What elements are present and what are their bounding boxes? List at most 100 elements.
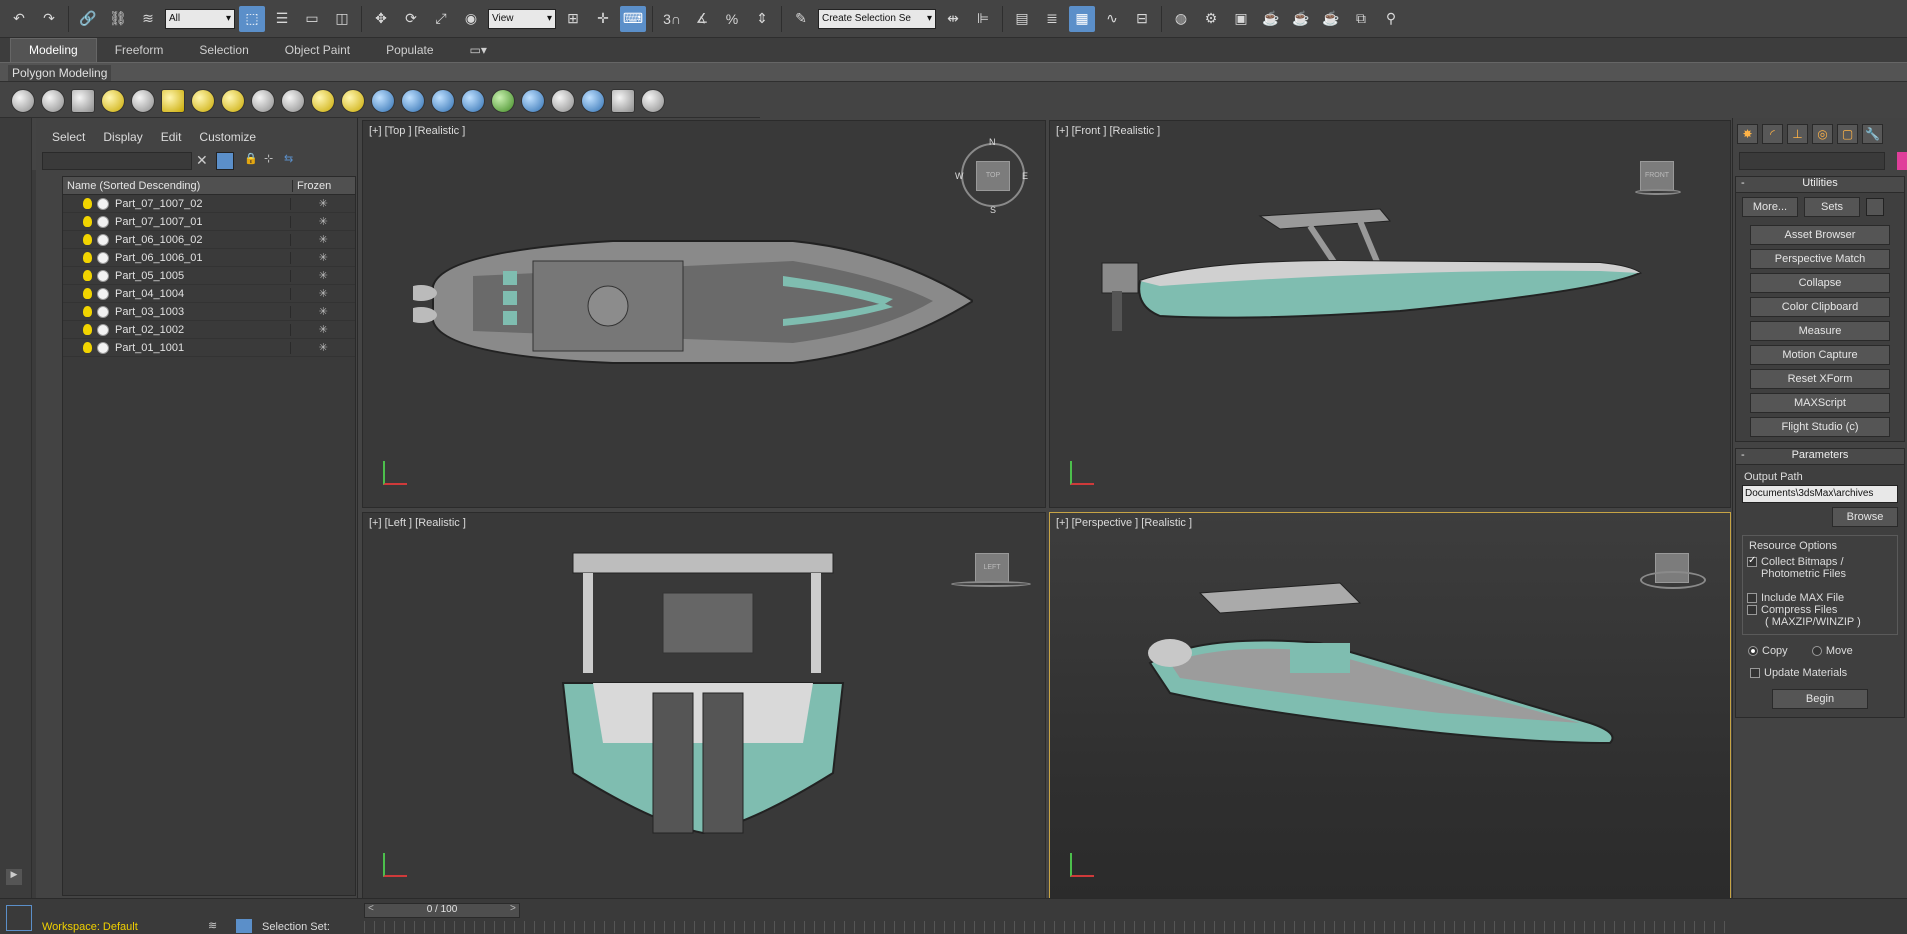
name-column-header[interactable]: Name (Sorted Descending) <box>63 179 293 192</box>
filter-toggle-icon[interactable] <box>216 152 234 170</box>
menu-select[interactable]: Select <box>52 130 85 144</box>
utility-button-color-clipboard[interactable]: Color Clipboard <box>1750 297 1890 317</box>
workspace-label[interactable]: Workspace: Default <box>42 921 138 933</box>
visibility-bulb-icon[interactable] <box>83 234 92 245</box>
list-item[interactable]: Part_07_1007_01 ✳ <box>63 213 355 231</box>
move-radio[interactable] <box>1811 646 1822 657</box>
viewport-top-label[interactable]: [+] [Top ] [Realistic ] <box>369 125 465 137</box>
tab-object-paint[interactable]: Object Paint <box>267 39 368 62</box>
viewcube-left[interactable]: LEFT <box>975 553 1009 583</box>
keyboard-shortcut-override-icon[interactable]: ⌨ <box>620 5 646 32</box>
copy-radio[interactable] <box>1748 646 1758 657</box>
utility-button-motion-capture[interactable]: Motion Capture <box>1750 345 1890 365</box>
viewport-top[interactable]: [+] [Top ] [Realistic ] TOP N S E W <box>362 120 1046 508</box>
frozen-toggle-icon[interactable]: ✳ <box>291 305 355 318</box>
frozen-column-header[interactable]: Frozen <box>293 180 331 192</box>
utilities-rollout-header[interactable]: - Utilities <box>1736 177 1904 193</box>
rectangular-selection-icon[interactable]: ▭ <box>299 6 325 32</box>
list-item[interactable]: Part_05_1005 ✳ <box>63 267 355 285</box>
visibility-bulb-icon[interactable] <box>83 252 92 263</box>
clear-search-icon[interactable]: ✕ <box>196 152 208 169</box>
material-sphere-icon[interactable] <box>521 88 545 113</box>
angle-snap-icon[interactable]: ∡ <box>689 6 715 32</box>
render-setup-icon[interactable]: ⚙ <box>1198 6 1224 32</box>
torus-icon[interactable] <box>251 88 275 113</box>
list-item[interactable]: Part_06_1006_01 ✳ <box>63 249 355 267</box>
create-tab-icon[interactable]: ✸ <box>1737 124 1758 144</box>
align-icon[interactable]: ⊫ <box>970 6 996 32</box>
cloud-icon[interactable] <box>41 88 65 113</box>
redo-icon[interactable]: ↷ <box>36 6 62 32</box>
tab-selection[interactable]: Selection <box>181 39 266 62</box>
toggle-ribbon-icon[interactable]: ▦ <box>1069 5 1095 32</box>
named-selection-dropdown[interactable]: Create Selection Se ▾ <box>818 8 936 29</box>
toggle-scene-explorer-icon[interactable]: ▤ <box>1009 6 1035 32</box>
more-button[interactable]: More... <box>1742 197 1798 217</box>
viewport-front[interactable]: [+] [Front ] [Realistic ] FRONT <box>1049 120 1731 508</box>
display-tab-icon[interactable]: ▢ <box>1837 124 1858 144</box>
list-item[interactable]: Part_01_1001 ✳ <box>63 339 355 357</box>
a360-gallery-icon[interactable]: ⚲ <box>1378 6 1404 32</box>
output-path-field[interactable]: Documents\3dsMax\archives <box>1742 485 1898 503</box>
hierarchy-tab-icon[interactable]: ⊥ <box>1787 124 1808 144</box>
helper-icon[interactable] <box>431 88 455 113</box>
utility-button-asset-browser[interactable]: Asset Browser <box>1750 225 1890 245</box>
dynamics-icon[interactable] <box>401 88 425 113</box>
viewport-left[interactable]: [+] [Left ] [Realistic ] LEFT <box>362 512 1046 900</box>
link-icon[interactable]: 🔗 <box>75 6 101 32</box>
motion-tab-icon[interactable]: ◎ <box>1812 124 1833 144</box>
configure-sets-icon[interactable] <box>1866 198 1884 216</box>
scene-search-input[interactable] <box>42 152 192 170</box>
schematic-view-icon[interactable]: ⊟ <box>1129 6 1155 32</box>
lock-icon[interactable]: 🔒 <box>244 152 258 165</box>
visibility-bulb-icon[interactable] <box>83 342 92 353</box>
modify-tab-icon[interactable]: ◜ <box>1762 124 1783 144</box>
render-activeshade-icon[interactable]: ☕ <box>1318 6 1344 32</box>
visibility-bulb-icon[interactable] <box>83 306 92 317</box>
collect-bitmaps-checkbox[interactable] <box>1747 555 1757 568</box>
include-max-checkbox[interactable] <box>1747 593 1757 604</box>
frozen-toggle-icon[interactable]: ✳ <box>291 197 355 210</box>
visibility-bulb-icon[interactable] <box>83 270 92 281</box>
material-editor-icon[interactable]: ◍ <box>1168 6 1194 32</box>
menu-display[interactable]: Display <box>103 130 142 144</box>
object-color-swatch[interactable] <box>1897 152 1907 170</box>
camera-icon[interactable] <box>131 88 155 113</box>
list-item[interactable]: Part_03_1003 ✳ <box>63 303 355 321</box>
viewport-perspective-label[interactable]: [+] [Perspective ] [Realistic ] <box>1056 517 1192 529</box>
visibility-bulb-icon[interactable] <box>83 198 92 209</box>
sets-button[interactable]: Sets <box>1804 197 1860 217</box>
edit-named-selection-icon[interactable]: ✎ <box>788 6 814 32</box>
undo-icon[interactable]: ↶ <box>6 6 32 32</box>
selection-set-icon[interactable] <box>236 919 252 933</box>
list-item[interactable]: Part_06_1006_02 ✳ <box>63 231 355 249</box>
light-icon[interactable] <box>101 88 125 113</box>
render-production-icon[interactable]: ☕ <box>1258 6 1284 32</box>
browse-button[interactable]: Browse <box>1832 507 1898 527</box>
frozen-toggle-icon[interactable]: ✳ <box>291 233 355 246</box>
viewport-left-label[interactable]: [+] [Left ] [Realistic ] <box>369 517 466 529</box>
viewport-perspective[interactable]: [+] [Perspective ] [Realistic ] <box>1049 512 1731 900</box>
utility-button-collapse[interactable]: Collapse <box>1750 273 1890 293</box>
placement-icon[interactable]: ◉ <box>458 6 484 32</box>
viewcube-top[interactable]: TOP <box>976 161 1010 191</box>
percent-snap-icon[interactable]: % <box>719 6 745 32</box>
tab-populate[interactable]: Populate <box>368 39 451 62</box>
utilities-tab-icon[interactable]: 🔧 <box>1862 124 1883 144</box>
teapot-icon[interactable] <box>11 88 35 113</box>
reference-coordinate-dropdown[interactable]: View ▾ <box>488 8 556 29</box>
spinner-snap-icon[interactable]: ⇕ <box>749 6 775 32</box>
mirror-icon[interactable]: ⇹ <box>940 6 966 32</box>
timeline-ticks[interactable] <box>364 921 1734 933</box>
frozen-toggle-icon[interactable]: ✳ <box>291 251 355 264</box>
hierarchy-icon[interactable]: ⊹ <box>264 152 273 165</box>
utility-button-maxscript[interactable]: MAXScript <box>1750 393 1890 413</box>
list-item[interactable]: Part_04_1004 ✳ <box>63 285 355 303</box>
viewcube-front[interactable]: FRONT <box>1640 161 1674 191</box>
cone-icon[interactable] <box>281 88 305 113</box>
foliage-icon[interactable] <box>491 88 515 113</box>
parameters-rollout-header[interactable]: - Parameters <box>1736 449 1904 465</box>
particle-icon[interactable] <box>371 88 395 113</box>
select-by-name-icon[interactable]: ☰ <box>269 6 295 32</box>
help-icon[interactable] <box>641 88 665 113</box>
